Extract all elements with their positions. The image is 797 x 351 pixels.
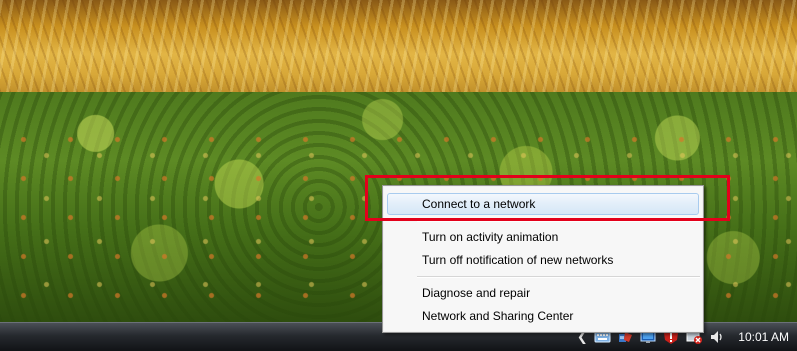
context-menu-body: Connect to a network Turn on activity an… [384,187,702,331]
menu-item-turn-on-activity-animation[interactable]: Turn on activity animation [387,226,699,248]
taskbar-clock[interactable]: 10:01 AM [738,330,789,344]
menu-item-network-and-sharing-center[interactable]: Network and Sharing Center [387,305,699,327]
menu-item-turn-off-new-network-notification[interactable]: Turn off notification of new networks [387,249,699,271]
volume-icon[interactable] [709,329,726,345]
menu-separator [417,220,700,222]
menu-item-connect-to-a-network[interactable]: Connect to a network [387,193,699,215]
network-context-menu: Connect to a network Turn on activity an… [382,185,704,333]
menu-item-diagnose-and-repair[interactable]: Diagnose and repair [387,282,699,304]
menu-separator [417,276,700,278]
desktop[interactable]: ❮ 10:01 AM Connect to a network Turn on … [0,0,797,351]
